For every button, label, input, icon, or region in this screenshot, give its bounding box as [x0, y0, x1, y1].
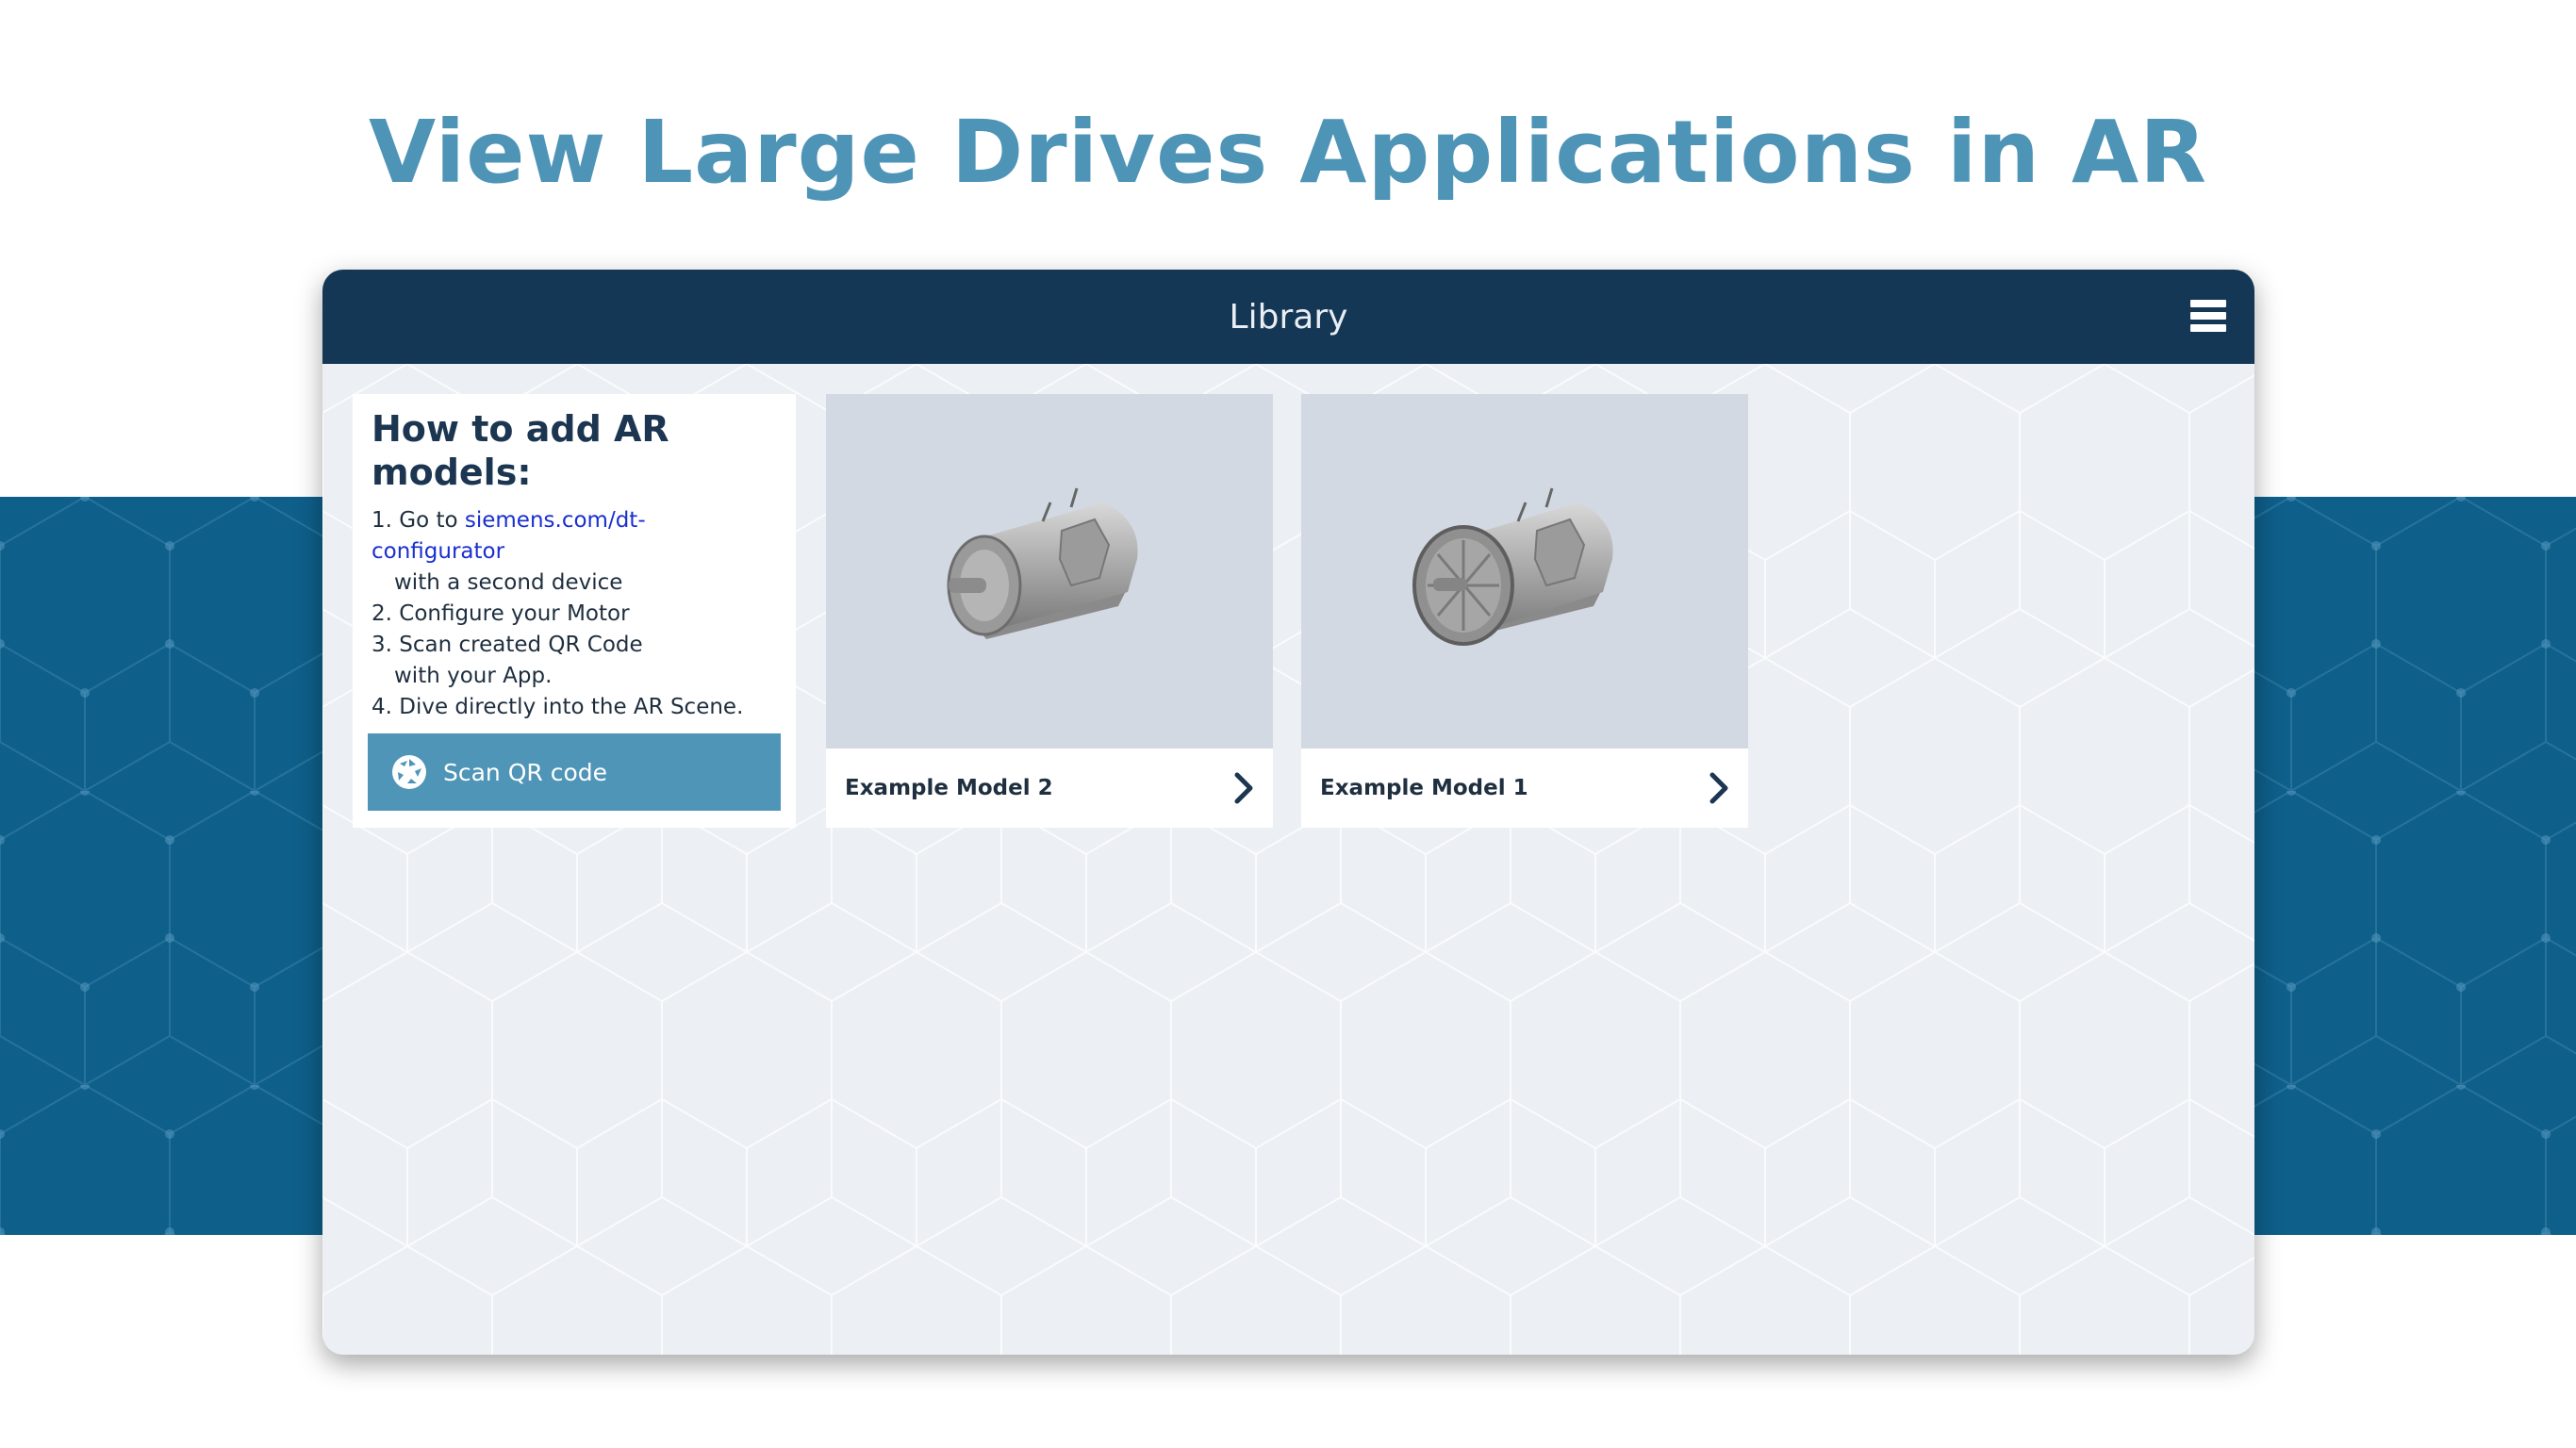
howto-step-1: 1. Go to siemens.com/dt-configurator wit…	[372, 505, 777, 599]
model-name: Example Model 1	[1320, 776, 1528, 800]
hamburger-menu-icon[interactable]	[2190, 300, 2226, 332]
menu-bar	[2190, 300, 2226, 307]
model-thumbnail	[826, 394, 1273, 749]
chevron-right-icon	[1709, 772, 1728, 804]
howto-step-4: 4. Dive directly into the AR Scene.	[372, 695, 744, 719]
howto-panel: How to add AR models: 1. Go to siemens.c…	[353, 394, 796, 828]
motor-image	[947, 487, 1138, 639]
step-1-text: 1. Go to	[372, 508, 465, 533]
window-titlebar: Library	[322, 270, 2254, 364]
model-card[interactable]: Example Model 2	[826, 394, 1273, 828]
motor-image	[1412, 487, 1613, 646]
model-card[interactable]: Example Model 1	[1301, 394, 1748, 828]
step-1-continuation: with a second device	[394, 570, 623, 595]
model-caption: Example Model 2	[826, 749, 1273, 828]
scan-qr-label: Scan QR code	[443, 758, 608, 786]
step-3-continuation: with your App.	[394, 664, 553, 688]
step-3-text: 3. Scan created QR Code	[372, 633, 643, 657]
model-caption: Example Model 1	[1301, 749, 1748, 828]
scan-qr-button[interactable]: Scan QR code	[368, 733, 781, 811]
menu-bar	[2190, 312, 2226, 320]
howto-steps: 1. Go to siemens.com/dt-configurator wit…	[372, 505, 777, 723]
howto-title: How to add AR models:	[372, 408, 669, 493]
chevron-right-icon	[1234, 772, 1253, 804]
scan-aperture-icon	[392, 755, 426, 789]
howto-step-2: 2. Configure your Motor	[372, 601, 630, 626]
model-thumbnail	[1301, 394, 1748, 749]
page-headline: View Large Drives Applications in AR	[368, 102, 2208, 203]
window-title: Library	[1229, 297, 1348, 337]
menu-bar	[2190, 324, 2226, 332]
app-window: Library How to add AR models: 1. Go to s…	[322, 270, 2254, 1355]
howto-step-3: 3. Scan created QR Code with your App.	[372, 630, 777, 692]
model-name: Example Model 2	[845, 776, 1053, 800]
